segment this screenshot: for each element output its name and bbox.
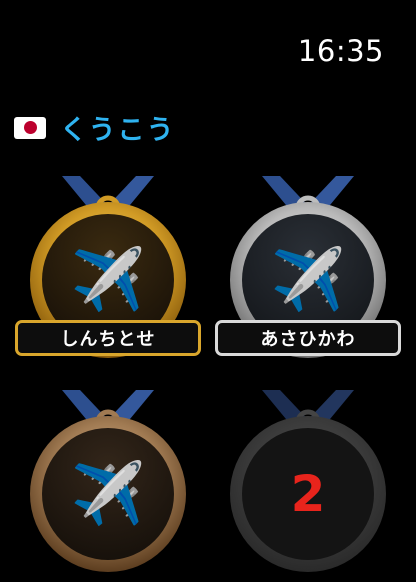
- medal-locked[interactable]: 2: [214, 372, 394, 572]
- medal-silver[interactable]: ✈️ あさひかわ: [214, 158, 401, 358]
- airplane-icon: ✈️: [270, 245, 346, 315]
- medal-gold[interactable]: ✈️ しんちとせ: [14, 158, 201, 358]
- airplane-icon: ✈️: [70, 245, 146, 315]
- page-title: くうこう: [60, 115, 176, 146]
- medal-label-plate: しんちとせ: [15, 320, 201, 356]
- airplane-icon: ✈️: [70, 459, 146, 529]
- medal-bronze[interactable]: ✈️: [14, 372, 194, 572]
- clock: 16:35: [297, 34, 384, 68]
- page-header: くうこう: [14, 108, 175, 147]
- locked-number: 2: [290, 465, 326, 523]
- medal-label-plate: あさひかわ: [215, 320, 401, 356]
- japan-flag-icon: [14, 116, 46, 139]
